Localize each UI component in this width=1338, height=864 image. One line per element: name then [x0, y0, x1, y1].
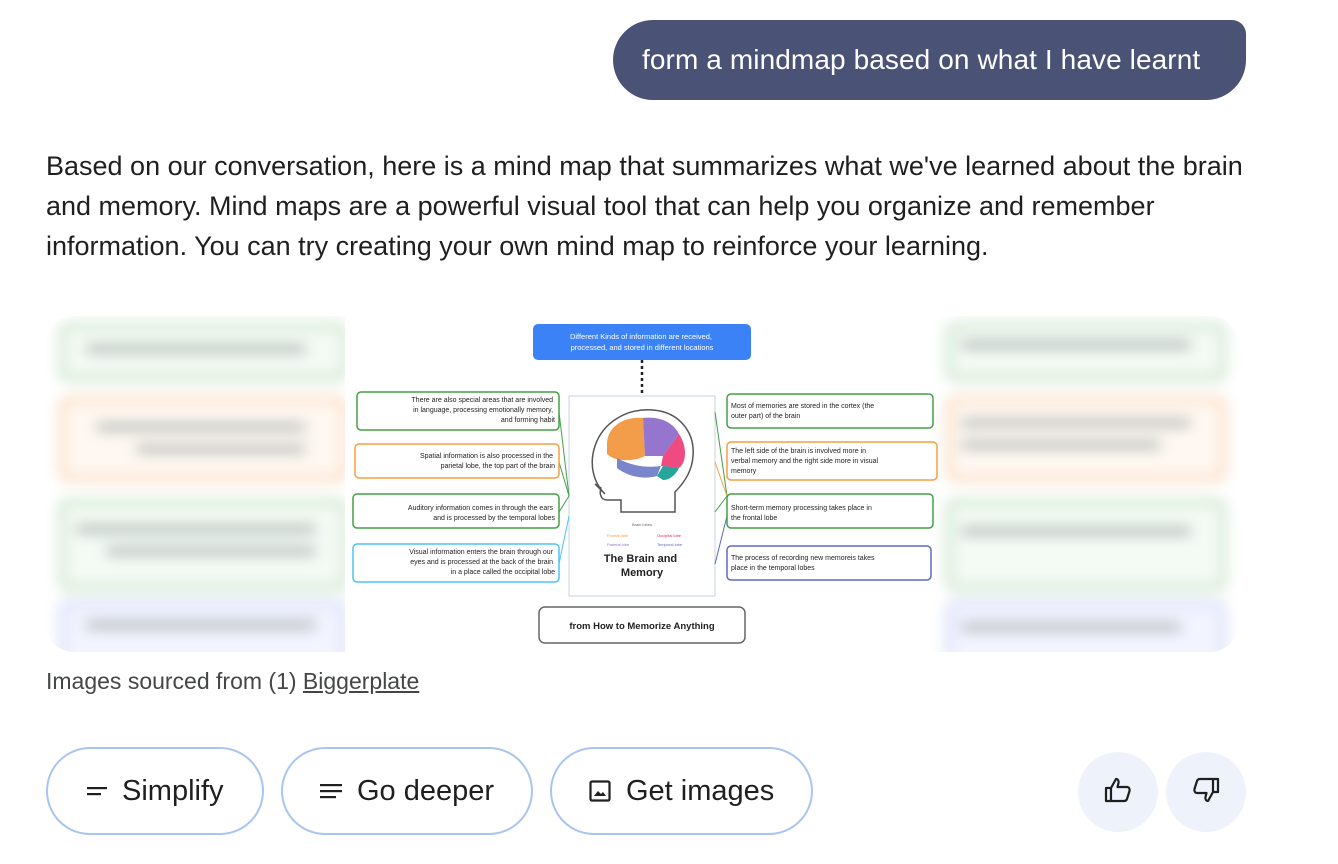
svg-text:Occipital lobe: Occipital lobe — [657, 533, 682, 538]
mindmap-left-box-2 — [354, 443, 560, 479]
user-message-bubble: form a mindmap based on what I have lear… — [613, 20, 1246, 100]
svg-text:from How to Memorize Anything: from How to Memorize Anything — [569, 621, 715, 632]
mindmap-image[interactable]: Different Kinds of information are recei… — [345, 316, 947, 652]
get-images-button[interactable]: Get images — [550, 747, 813, 835]
go-deeper-button[interactable]: Go deeper — [281, 747, 533, 835]
caption-prefix: Images sourced from (1) — [46, 668, 303, 694]
long-lines-icon — [319, 780, 343, 802]
simplify-label: Simplify — [122, 774, 224, 807]
image-icon — [588, 779, 612, 803]
thumbs-up-icon — [1102, 774, 1134, 811]
user-message-text: form a mindmap based on what I have lear… — [642, 44, 1201, 75]
response-text: Based on our conversation, here is a min… — [46, 151, 1243, 261]
biggerplate-link[interactable]: Biggerplate — [303, 668, 419, 694]
simplify-button[interactable]: Simplify — [46, 747, 264, 835]
blurred-image-right[interactable] — [947, 316, 1238, 652]
mindmap-top-box — [533, 324, 751, 360]
blurred-image-left[interactable] — [46, 316, 346, 652]
svg-text:Frontal lobe: Frontal lobe — [607, 533, 629, 538]
go-deeper-label: Go deeper — [357, 774, 495, 807]
get-images-label: Get images — [626, 774, 775, 807]
thumbs-down-button[interactable] — [1166, 752, 1246, 832]
image-carousel[interactable]: Different Kinds of information are recei… — [46, 316, 1238, 652]
svg-text:Brain lobes: Brain lobes — [632, 522, 652, 527]
svg-text:Temporal lobe: Temporal lobe — [657, 542, 683, 547]
thumbs-down-icon — [1190, 774, 1222, 811]
mindmap-right-box-1 — [726, 393, 934, 429]
short-lines-icon — [86, 780, 108, 802]
mindmap-right-box-4 — [726, 545, 932, 581]
thumbs-up-button[interactable] — [1078, 752, 1158, 832]
image-source-caption: Images sourced from (1) Biggerplate — [46, 668, 419, 695]
svg-text:Parietal lobe: Parietal lobe — [607, 542, 630, 547]
